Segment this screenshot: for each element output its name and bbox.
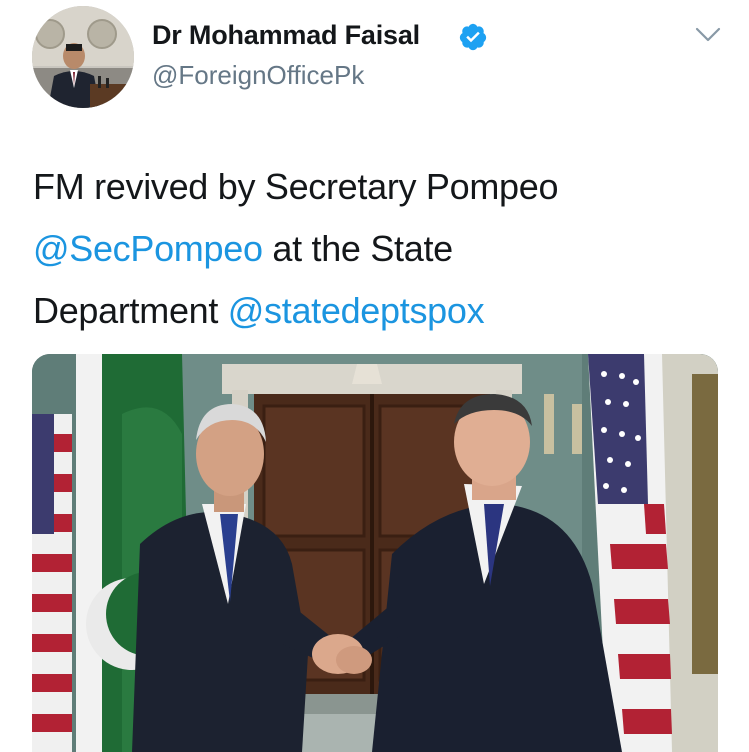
avatar[interactable] xyxy=(32,6,134,108)
tweet-photo[interactable] xyxy=(32,354,718,752)
photo-image xyxy=(32,354,718,752)
tweet-text-line-2: @SecPompeo at the State xyxy=(33,218,723,280)
tweet-text-part1: FM revived by Secretary Pompeo xyxy=(33,166,559,207)
author-display-name[interactable]: Dr Mohammad Faisal xyxy=(152,20,420,51)
tweet-text-line-3: Department @statedeptspox xyxy=(33,280,723,342)
tweet-card: Dr Mohammad Faisal @ForeignOfficePk FM r… xyxy=(0,0,749,752)
tweet-text: FM revived by Secretary Pompeo @SecPompe… xyxy=(33,156,723,342)
avatar-image xyxy=(32,6,134,108)
verified-badge-icon xyxy=(459,23,487,51)
mention-secpompeo-link[interactable]: @SecPompeo xyxy=(33,228,263,269)
mention-statedeptspox-link[interactable]: @statedeptspox xyxy=(228,290,485,331)
chevron-down-icon[interactable] xyxy=(694,26,722,44)
tweet-text-part3: Department xyxy=(33,290,228,331)
author-handle[interactable]: @ForeignOfficePk xyxy=(152,60,364,91)
tweet-text-line-1: FM revived by Secretary Pompeo xyxy=(33,156,723,218)
tweet-text-part2: at the State xyxy=(262,228,453,269)
